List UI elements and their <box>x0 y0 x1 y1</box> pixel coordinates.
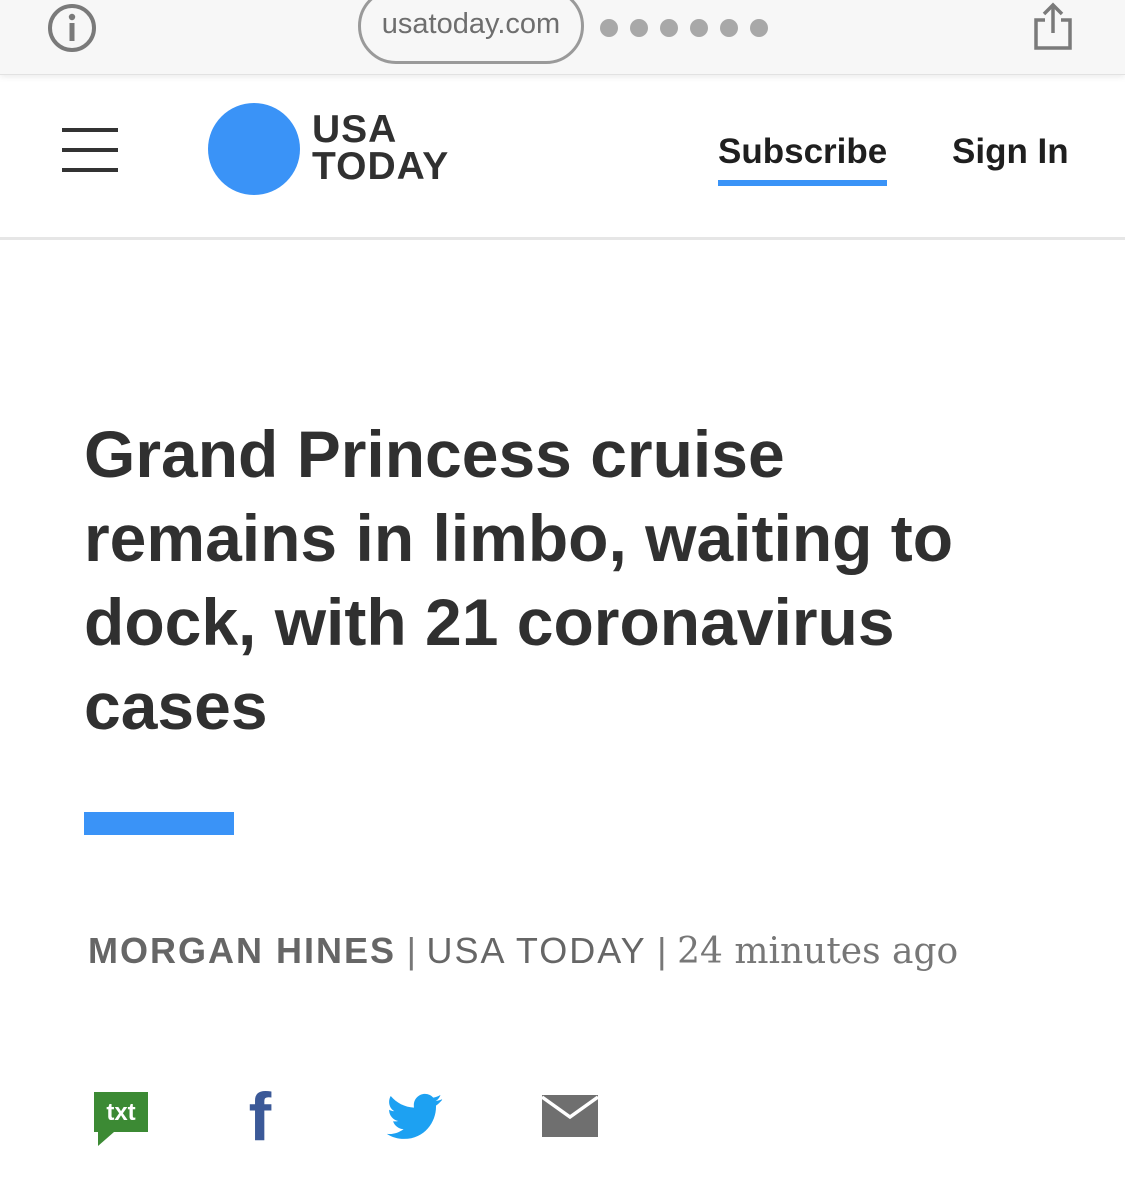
url-text: usatoday.com <box>381 8 561 40</box>
info-icon[interactable] <box>46 2 98 54</box>
loading-dot <box>660 19 678 37</box>
byline-separator: | <box>406 930 416 971</box>
facebook-share-icon[interactable]: f <box>243 1079 277 1155</box>
sign-in-link[interactable]: Sign In <box>952 132 1069 172</box>
twitter-share-icon[interactable] <box>386 1093 443 1141</box>
article-byline: MORGAN HINES | USA TODAY | 24 minutes ag… <box>88 922 1048 981</box>
site-header: USA TODAY Subscribe Sign In <box>0 78 1125 240</box>
loading-dot <box>630 19 648 37</box>
publish-time: 24 minutes ago <box>677 931 959 972</box>
browser-toolbar: usatoday.com <box>0 0 1125 75</box>
site-logo[interactable]: USA TODAY <box>312 108 450 188</box>
headline-accent-bar <box>84 812 234 835</box>
byline-separator: | <box>657 930 667 971</box>
text-message-share-icon[interactable]: txt <box>92 1090 150 1148</box>
email-share-icon[interactable] <box>540 1095 600 1137</box>
logo-line-1: USA <box>312 108 398 151</box>
outlet-name: USA TODAY <box>426 930 647 971</box>
page-loading-dots <box>600 19 768 37</box>
article-headline: Grand Princess cruise remains in limbo, … <box>84 417 954 743</box>
loading-dot <box>600 19 618 37</box>
author-name[interactable]: MORGAN HINES <box>88 930 396 971</box>
logo-line-2: TODAY <box>312 145 450 188</box>
url-bar[interactable]: usatoday.com <box>358 0 584 64</box>
facebook-icon-label: f <box>249 1086 272 1144</box>
txt-icon-label: txt <box>106 1099 135 1126</box>
loading-dot <box>690 19 708 37</box>
menu-icon[interactable] <box>62 128 118 172</box>
loading-dot <box>750 19 768 37</box>
logo-circle[interactable] <box>208 103 300 195</box>
share-icon[interactable] <box>1032 2 1074 52</box>
subscribe-link[interactable]: Subscribe <box>718 132 888 186</box>
loading-dot <box>720 19 738 37</box>
